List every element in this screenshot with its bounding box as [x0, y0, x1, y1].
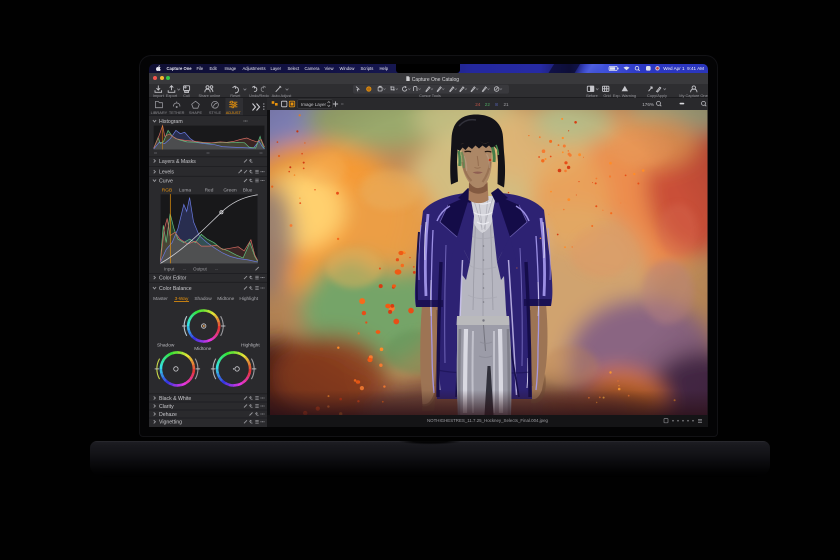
svg-text:Grid: Grid — [603, 93, 610, 98]
svg-text:Master: Master — [153, 296, 168, 302]
svg-text:--: -- — [183, 266, 187, 271]
svg-text:Output: Output — [193, 266, 208, 271]
svg-text:--: -- — [215, 266, 219, 271]
svg-text:Shadow: Shadow — [157, 342, 175, 348]
svg-text:Levels: Levels — [159, 169, 174, 175]
svg-text:Highlight: Highlight — [241, 342, 260, 348]
svg-text:Midtone: Midtone — [217, 296, 234, 302]
svg-text:Vignetting: Vignetting — [159, 419, 182, 425]
svg-text:Auto Adjust: Auto Adjust — [271, 93, 292, 98]
svg-text:TETHER: TETHER — [168, 110, 184, 115]
svg-text:Curve: Curve — [159, 178, 173, 184]
svg-text:Red: Red — [204, 187, 213, 193]
svg-text:21: 21 — [504, 102, 510, 107]
svg-text:My Capture One: My Capture One — [679, 93, 708, 98]
svg-text:Highlight: Highlight — [239, 296, 258, 302]
svg-text:Shadow: Shadow — [194, 296, 212, 302]
svg-text:Copy/Apply: Copy/Apply — [647, 93, 667, 98]
svg-text:22: 22 — [485, 102, 491, 107]
svg-text:Midtone: Midtone — [194, 346, 211, 352]
svg-text:Undo/Redo: Undo/Redo — [249, 93, 269, 98]
svg-text:Share online: Share online — [198, 93, 220, 98]
svg-text:ADJUST: ADJUST — [225, 110, 241, 115]
svg-text:Blue: Blue — [242, 187, 252, 193]
svg-text:Color Balance: Color Balance — [159, 285, 192, 291]
svg-text:RGB: RGB — [161, 187, 171, 193]
svg-text:Cull: Cull — [183, 93, 190, 98]
svg-text:Clarity: Clarity — [159, 403, 174, 409]
svg-text:176%: 176% — [642, 102, 654, 107]
svg-text:SHAPE: SHAPE — [188, 110, 202, 115]
svg-text:24: 24 — [475, 102, 481, 107]
svg-text:Black & White: Black & White — [159, 395, 191, 401]
svg-text:Layers & Masks: Layers & Masks — [159, 158, 196, 164]
svg-text:Input: Input — [164, 266, 175, 271]
svg-text:LIBRARY: LIBRARY — [150, 110, 167, 115]
svg-text:Image Layer: Image Layer — [301, 102, 327, 107]
svg-text:Luma: Luma — [179, 187, 191, 193]
svg-text:3-Way: 3-Way — [174, 296, 188, 302]
svg-text:Dehaze: Dehaze — [159, 411, 177, 417]
svg-text:STYLE: STYLE — [208, 110, 221, 115]
svg-text:Cursor Tools: Cursor Tools — [419, 93, 441, 98]
svg-text:Histogram: Histogram — [159, 118, 183, 124]
svg-text:Exp. Warning: Exp. Warning — [612, 93, 635, 98]
svg-text:Green: Green — [223, 187, 237, 193]
svg-text:Color Editor: Color Editor — [159, 275, 187, 281]
svg-text:8: 8 — [495, 102, 498, 107]
svg-text:Export: Export — [165, 93, 177, 98]
svg-text:Before: Before — [586, 93, 597, 98]
svg-text:Import: Import — [152, 93, 164, 98]
svg-text:Reset: Reset — [230, 93, 241, 98]
